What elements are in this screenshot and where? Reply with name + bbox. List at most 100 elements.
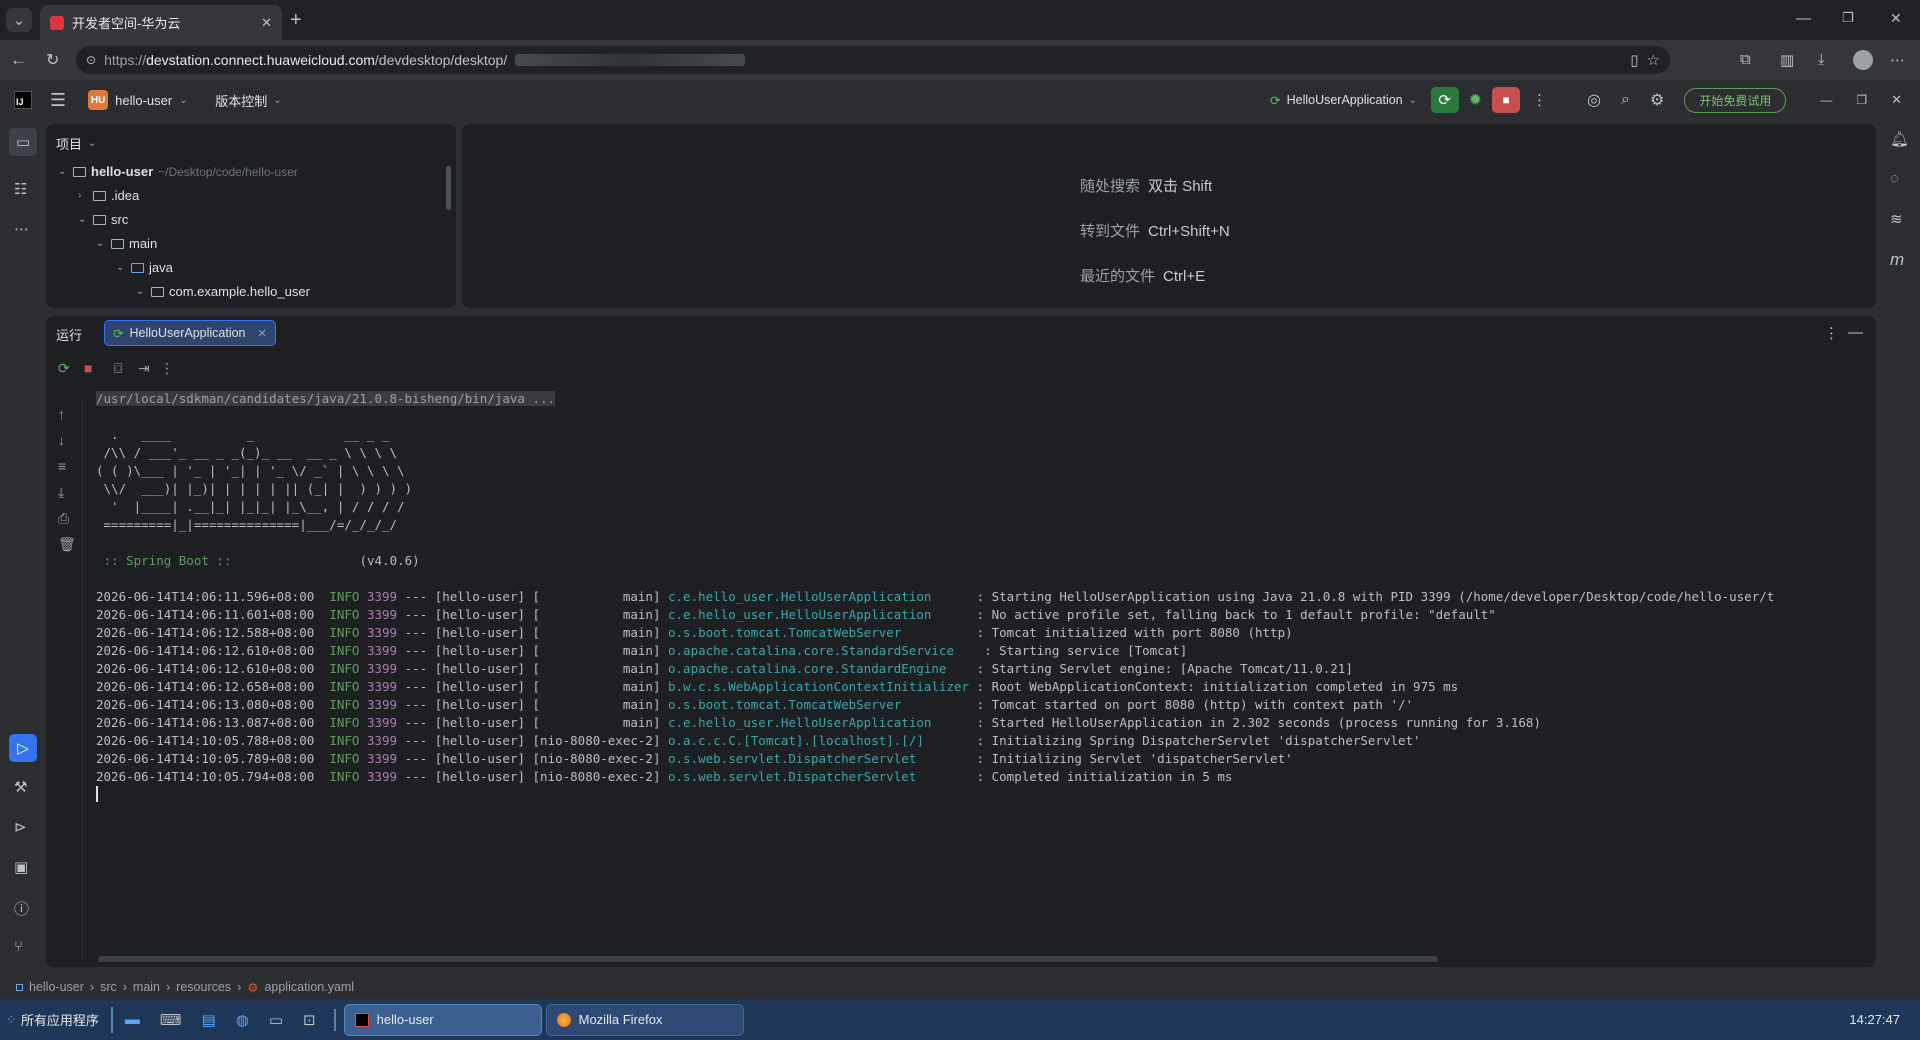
tree-item-src[interactable]: ⌄ src <box>78 212 128 227</box>
show-desktop-icon[interactable]: ▬ <box>125 1011 140 1028</box>
close-window-icon[interactable]: ✕ <box>1890 10 1902 27</box>
tree-item-package[interactable]: ⌄ com.example.hello_user <box>136 284 310 299</box>
log-logger[interactable]: c.e.hello_user.HelloUserApplication <box>668 607 969 622</box>
log-logger[interactable]: c.e.hello_user.HelloUserApplication <box>668 589 969 604</box>
terminal-launcher-icon[interactable]: ⌨ <box>160 1011 182 1029</box>
log-logger[interactable]: o.apache.catalina.core.StandardService <box>668 643 977 658</box>
stop-button[interactable]: ■ <box>1492 87 1521 113</box>
project-tool-icon[interactable]: ▭ <box>9 128 37 156</box>
log-logger[interactable]: o.s.web.servlet.DispatcherServlet <box>668 769 969 784</box>
log-logger[interactable]: o.a.c.c.C.[Tomcat].[localhost].[/] <box>668 733 969 748</box>
browser-menu-icon[interactable]: ⋯ <box>1890 51 1905 69</box>
database-icon[interactable]: ≋ <box>1890 210 1903 228</box>
hide-panel-icon[interactable]: — <box>1848 324 1863 341</box>
ide-close-icon[interactable]: ✕ <box>1891 92 1902 108</box>
start-free-trial-button[interactable]: 开始免费试用 <box>1684 87 1787 113</box>
taskbar-window-firefox[interactable]: Mozilla Firefox <box>545 1003 744 1036</box>
editor-launcher-icon[interactable]: ▤ <box>202 1011 216 1029</box>
stop-icon[interactable]: ■ <box>84 360 92 376</box>
log-logger[interactable]: o.s.web.servlet.DispatcherServlet <box>668 751 969 766</box>
debug-icon[interactable]: ✹ <box>1469 90 1482 110</box>
ide-minimize-icon[interactable]: — <box>1820 93 1832 107</box>
rerun-button[interactable]: ⟳ <box>1430 87 1459 113</box>
tree-scrollbar[interactable] <box>446 166 451 210</box>
structure-tool-icon[interactable]: ☷ <box>14 180 27 198</box>
print-icon[interactable]: ⎙ <box>58 510 69 527</box>
rerun-icon[interactable]: ⟳ <box>58 360 70 377</box>
browser-launcher-icon[interactable]: ◍ <box>236 1011 249 1029</box>
run-config-selector[interactable]: ⟳ HelloUserApplication ⌄ <box>1270 93 1419 108</box>
scroll-down-icon[interactable]: ↓ <box>58 432 65 448</box>
git-tool-icon[interactable]: ⑂ <box>14 938 23 955</box>
chevron-right-icon: › <box>78 190 82 201</box>
minimize-window-icon[interactable]: — <box>1796 10 1811 27</box>
restore-layout-icon[interactable]: ⇥ <box>138 360 150 377</box>
more-actions-icon[interactable]: ⋮ <box>1532 91 1547 109</box>
reload-icon[interactable]: ↻ <box>46 50 59 70</box>
breadcrumb-item[interactable]: application.yaml <box>264 980 354 994</box>
terminal-tool-icon[interactable]: ▣ <box>14 858 28 876</box>
console-cmdline[interactable]: /usr/local/sdkman/candidates/java/21.0.8… <box>96 391 556 406</box>
close-tab-icon[interactable]: ✕ <box>258 327 267 340</box>
settings-gear-icon[interactable]: ⚙ <box>1650 90 1664 110</box>
scroll-to-end-icon[interactable]: ⤓ <box>58 484 64 501</box>
profile-avatar[interactable] <box>1853 50 1873 70</box>
taskbar-window-hello-user[interactable]: hello-user <box>343 1003 542 1036</box>
project-switcher[interactable]: HU hello-user ⌄ <box>88 90 189 110</box>
log-logger[interactable]: b.w.c.s.WebApplicationContextInitializer <box>668 679 969 694</box>
ide-restore-icon[interactable]: ❐ <box>1856 93 1867 107</box>
maven-icon[interactable]: m <box>1890 250 1904 270</box>
log-ts: 2026-06-14T14:06:13.080+08:00 <box>96 697 315 712</box>
services-tool-icon[interactable]: ⊳ <box>14 818 27 836</box>
ai-chat-icon[interactable]: ◌ <box>1890 170 1899 187</box>
back-icon[interactable]: ← <box>10 50 27 70</box>
breadcrumb-item[interactable]: main <box>133 980 160 994</box>
run-panel-options-icon[interactable]: ⋮ <box>1824 324 1839 342</box>
address-bar[interactable]: ⊙ https://devstation.connect.huaweicloud… <box>76 46 1670 74</box>
log-logger[interactable]: o.apache.catalina.core.StandardEngine <box>668 661 969 676</box>
tree-item-main[interactable]: ⌄ main <box>96 236 157 251</box>
more-icon[interactable]: ⋮ <box>160 360 174 377</box>
download-icon[interactable]: ⤓ <box>1818 51 1825 68</box>
tree-item-hello-user[interactable]: ⌄ hello-user ~/Desktop/code/hello-user <box>58 164 298 179</box>
breadcrumb-item[interactable]: src <box>100 980 117 994</box>
files-launcher-icon[interactable]: ▭ <box>269 1011 283 1029</box>
split-view-icon[interactable]: ▥ <box>1780 51 1794 69</box>
log-logger[interactable]: c.e.hello_user.HelloUserApplication <box>668 715 969 730</box>
chevron-down-icon: ⌄ <box>179 94 188 106</box>
screenshot-launcher-icon[interactable]: ⊡ <box>303 1011 316 1029</box>
notifications-icon[interactable]: 🔔︎ <box>1890 130 1909 148</box>
clear-console-icon[interactable]: 🗑︎ <box>58 536 76 553</box>
site-info-icon[interactable]: ⊙ <box>86 53 96 67</box>
scroll-up-icon[interactable]: ↑ <box>58 406 65 422</box>
tab-list-chevron-icon[interactable]: ⌄ <box>6 8 32 32</box>
breadcrumb-item[interactable]: hello-user <box>29 980 84 994</box>
breadcrumb-item[interactable]: resources <box>176 980 231 994</box>
tree-item-java[interactable]: ⌄ java <box>116 260 173 275</box>
ai-assistant-icon[interactable]: ◎ <box>1587 90 1601 110</box>
browser-tab-active[interactable]: 开发者空间-华为云 ✕ <box>40 5 282 40</box>
run-tab-hello-user-application[interactable]: ⟳ HelloUserApplication ✕ <box>104 320 276 346</box>
restore-window-icon[interactable]: ❐ <box>1842 10 1854 26</box>
reader-mode-icon[interactable]: ▯ <box>1630 51 1638 69</box>
tree-item-idea[interactable]: › .idea <box>78 188 139 203</box>
main-menu-icon[interactable]: ☰ <box>50 90 66 111</box>
close-tab-icon[interactable]: ✕ <box>261 15 272 31</box>
log-logger[interactable]: o.s.boot.tomcat.TomcatWebServer <box>668 625 969 640</box>
search-icon[interactable]: ⌕ <box>1621 91 1630 109</box>
more-tools-icon[interactable]: ⋯ <box>14 220 29 238</box>
problems-tool-icon[interactable]: ⓘ <box>14 898 29 919</box>
bookmark-star-icon[interactable]: ☆ <box>1647 51 1660 69</box>
vcs-menu[interactable]: 版本控制 ⌄ <box>215 91 283 110</box>
console-output[interactable]: /usr/local/sdkman/candidates/java/21.0.8… <box>96 390 1876 950</box>
new-tab-icon[interactable]: + <box>290 9 302 32</box>
extensions-icon[interactable]: ⧉ <box>1740 51 1751 68</box>
run-tool-icon[interactable]: ▷ <box>9 734 37 762</box>
project-panel-header[interactable]: 项目 ⌄ <box>56 134 98 153</box>
start-menu-button[interactable]: ⁘ 所有应用程序 <box>0 1004 105 1036</box>
soft-wrap-icon[interactable]: ≡ <box>58 458 66 474</box>
build-tool-icon[interactable]: ⚒ <box>14 778 27 796</box>
log-logger[interactable]: o.s.boot.tomcat.TomcatWebServer <box>668 697 969 712</box>
console-hscrollbar[interactable] <box>98 956 1438 962</box>
screenshot-icon[interactable]: ⌼ <box>114 360 122 377</box>
